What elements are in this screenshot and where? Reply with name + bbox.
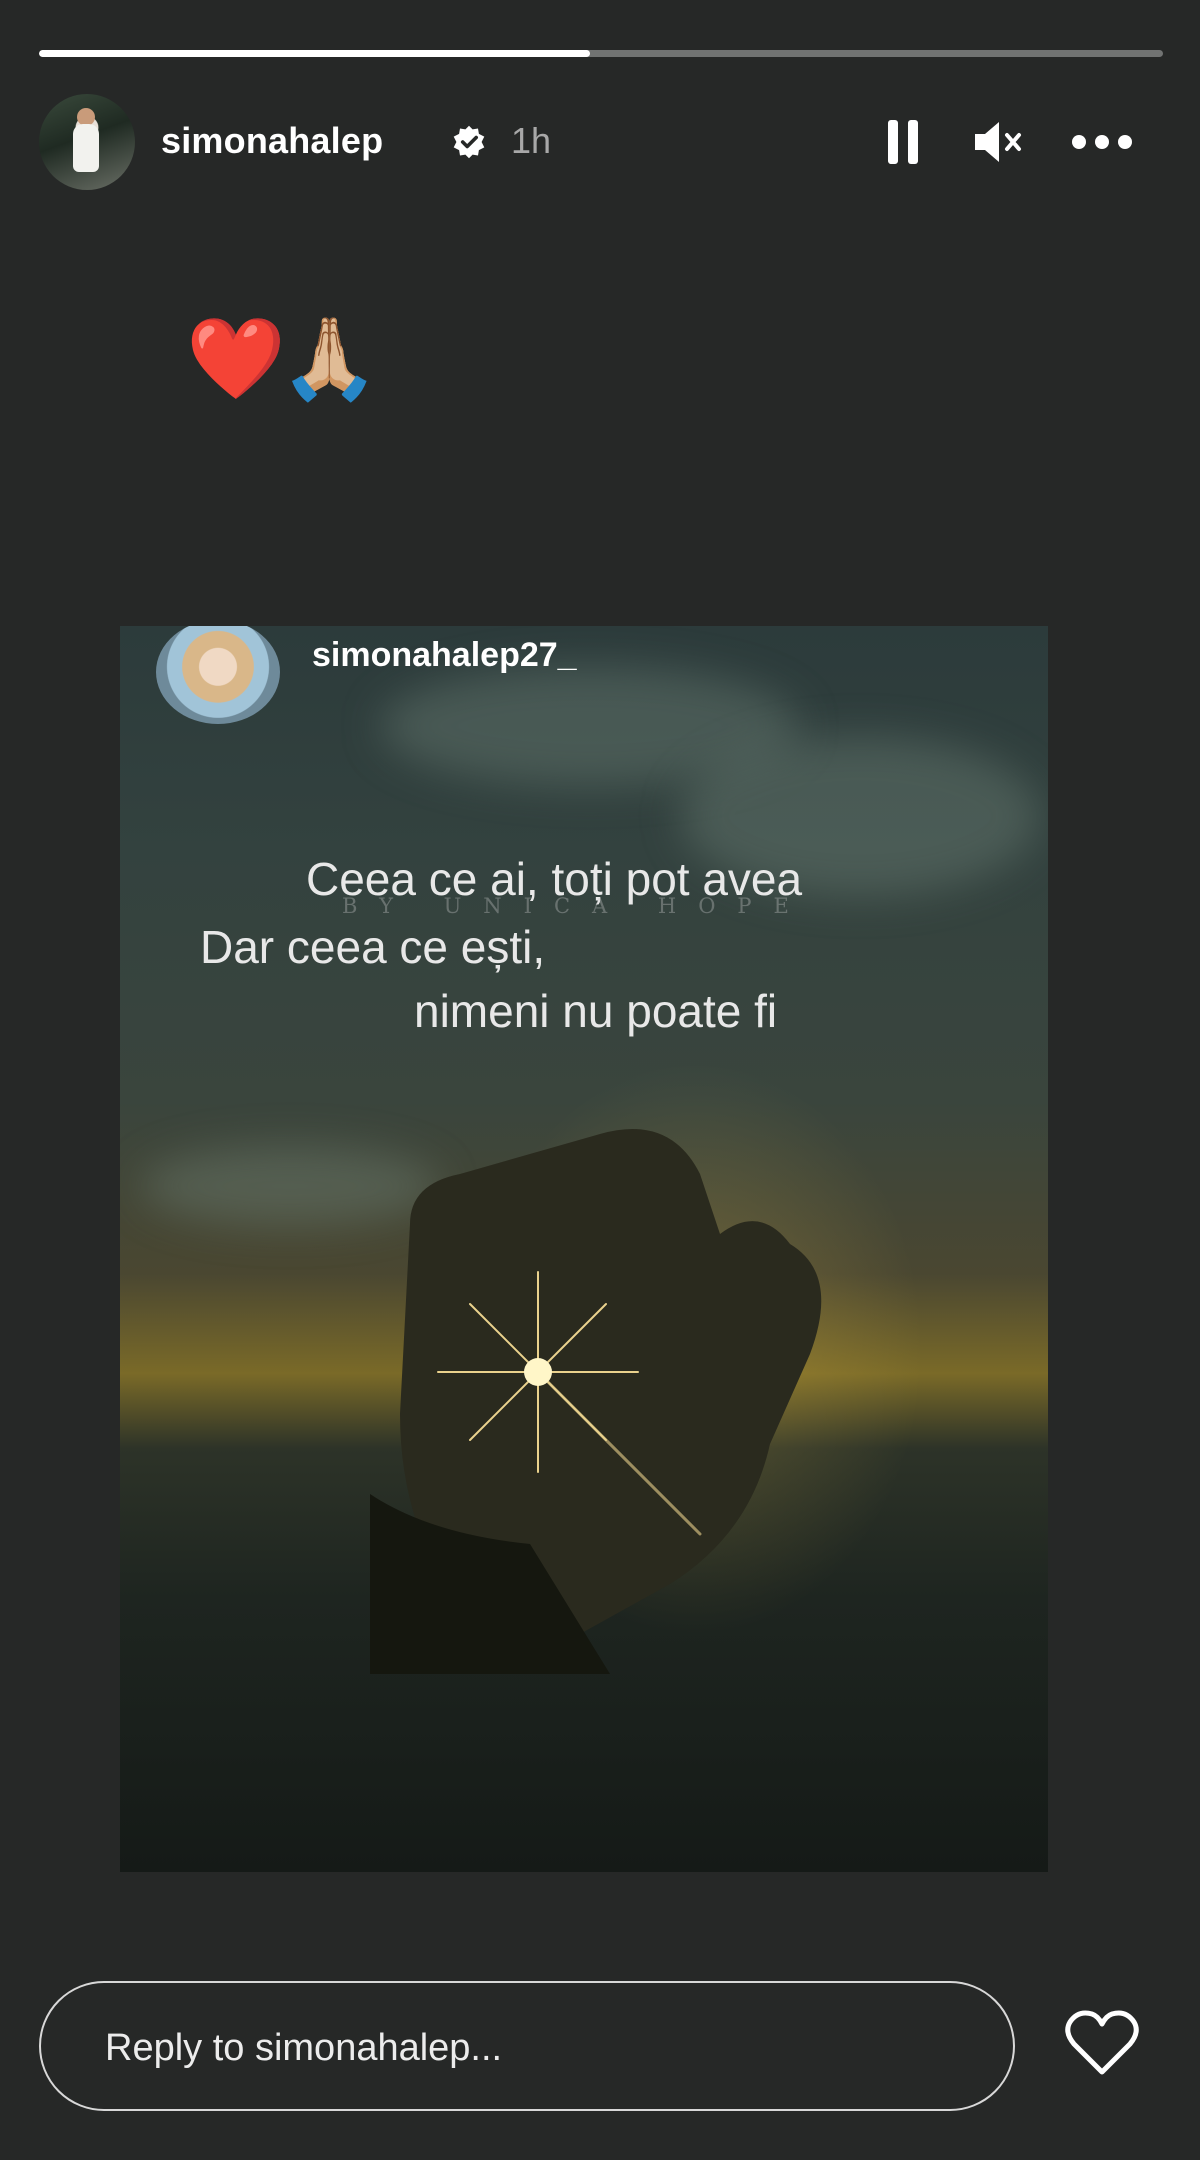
reply-input[interactable]: Reply to simonahalep... <box>39 1981 1015 2111</box>
avatar[interactable] <box>39 94 135 190</box>
mute-button[interactable] <box>967 116 1029 168</box>
shared-post-avatar[interactable] <box>156 626 280 724</box>
story-header: simonahalep 1h <box>39 94 1163 190</box>
shared-post[interactable]: simonahalep27_ Ceea ce ai, toți pot avea… <box>120 626 1048 1872</box>
story-progress-fill <box>39 50 590 57</box>
muted-speaker-icon <box>975 122 1021 162</box>
reply-placeholder: Reply to simonahalep... <box>105 2027 503 2069</box>
raised-fist-image <box>370 1129 822 1674</box>
shared-post-username[interactable]: simonahalep27_ <box>312 636 577 675</box>
quote-line-2: Dar ceea ce ești, <box>200 921 546 973</box>
watermark: BY UNICA HOPE <box>342 894 811 918</box>
more-options-button[interactable] <box>1067 116 1137 168</box>
pause-icon <box>888 120 918 164</box>
story-progress-bar <box>39 50 1163 57</box>
verified-badge-icon <box>453 125 485 159</box>
story-emojis: ❤️🙏🏼 <box>186 314 379 403</box>
avatar-figure <box>73 124 99 172</box>
story-username[interactable]: simonahalep <box>161 120 383 162</box>
heart-icon[interactable] <box>1064 2008 1140 2078</box>
pause-button[interactable] <box>877 116 929 168</box>
more-options-icon <box>1072 135 1132 149</box>
quote-line-3: nimeni nu poate fi <box>414 985 778 1037</box>
story-time: 1h <box>511 120 552 161</box>
